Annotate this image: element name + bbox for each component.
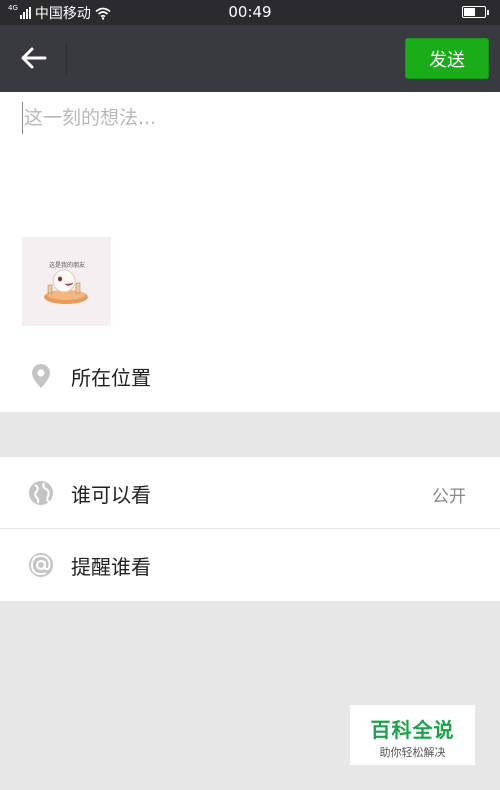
mention-option[interactable]: 提醒谁看 — [0, 529, 500, 601]
battery-icon — [462, 6, 489, 18]
compose-area: 这是我的朋友 所在位置 — [0, 92, 500, 412]
location-option[interactable]: 所在位置 — [0, 340, 500, 412]
send-button[interactable]: 发送 — [405, 38, 489, 79]
status-bar: 4G 中国移动 00:49 — [0, 0, 500, 25]
visibility-option[interactable]: 谁可以看 公开 — [0, 457, 500, 529]
top-toolbar: 发送 — [0, 25, 500, 92]
watermark-logo: 百科全说 助你轻松解决 — [350, 705, 475, 765]
status-time: 00:49 — [228, 3, 272, 21]
toolbar-divider — [66, 43, 67, 75]
sticker-caption: 这是我的朋友 — [49, 261, 85, 269]
sticker-image: 这是我的朋友 — [22, 237, 111, 326]
arrow-left-icon — [21, 47, 47, 69]
at-sign-icon — [29, 553, 53, 577]
watermark-title: 百科全说 — [370, 718, 455, 742]
globe-icon — [29, 481, 53, 505]
mention-label: 提醒谁看 — [71, 555, 151, 579]
visibility-label: 谁可以看 — [71, 483, 151, 507]
location-label: 所在位置 — [71, 366, 151, 390]
back-button[interactable] — [14, 40, 54, 76]
visibility-value: 公开 — [432, 487, 466, 507]
post-text-input[interactable] — [22, 102, 482, 134]
watermark-subtitle: 助你轻松解决 — [379, 746, 446, 759]
attached-image[interactable]: 这是我的朋友 — [22, 237, 111, 326]
privacy-options-card: 谁可以看 公开 提醒谁看 — [0, 457, 500, 601]
battery-level — [464, 8, 475, 16]
location-pin-icon — [32, 364, 50, 388]
